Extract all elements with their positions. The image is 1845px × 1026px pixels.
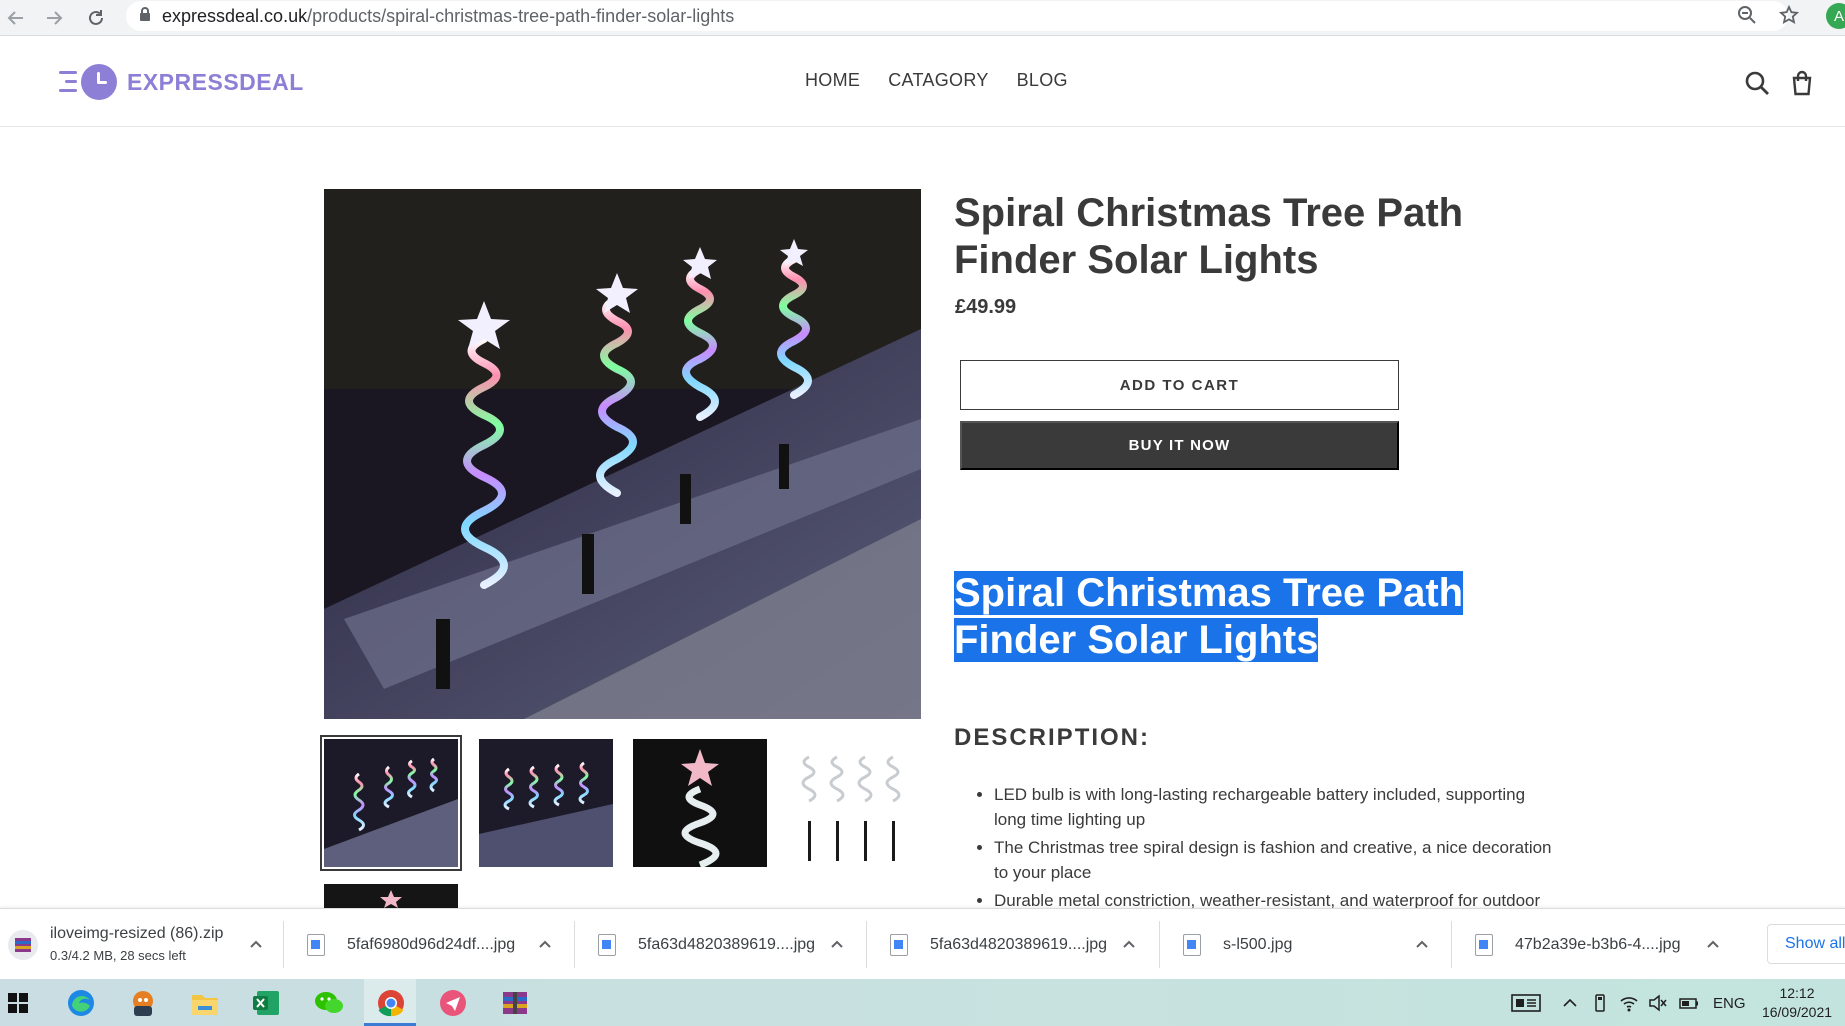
volume-muted-icon[interactable] [1648,993,1668,1013]
news-widget-icon[interactable] [1511,993,1541,1013]
chevron-up-icon[interactable] [1413,935,1431,953]
product-thumbnail-2[interactable] [479,739,613,867]
url-text[interactable]: expressdeal.co.uk/products/spiral-christ… [162,6,734,27]
profile-avatar[interactable]: A [1826,3,1845,29]
divider [1451,921,1452,968]
download-status: 0.3/4.2 MB, 28 secs left [50,947,186,963]
product-thumbnail-5[interactable] [324,884,458,908]
chrome-icon[interactable] [376,988,406,1018]
nav-category[interactable]: CATAGORY [888,70,988,91]
back-icon[interactable] [2,4,30,32]
download-filename: 5fa63d4820389619....jpg [930,935,1108,953]
image-file-icon [1475,933,1493,956]
file-explorer-icon[interactable] [190,988,220,1018]
clock-icon [81,64,117,100]
divider [574,921,575,968]
url-domain: expressdeal.co.uk [162,5,308,26]
chevron-up-icon[interactable] [536,935,554,953]
excel-icon[interactable] [252,988,282,1018]
download-item[interactable]: s-l500.jpg [1183,909,1433,980]
list-item: LED bulb is with long-lasting rechargeab… [994,782,1554,832]
brand-name: EXPRESSDEAL [127,68,304,95]
add-to-cart-button[interactable]: ADD TO CART [960,360,1399,410]
chevron-up-icon[interactable] [828,935,846,953]
chevron-up-icon[interactable] [1560,993,1580,1013]
send-app-icon[interactable] [438,988,468,1018]
divider [1159,921,1160,968]
product-price: £49.99 [955,296,1017,318]
download-item[interactable]: iloveimg-resized (86).zip 0.3/4.2 MB, 28… [8,909,278,980]
wifi-icon[interactable] [1619,993,1639,1013]
site-header: EXPRESSDEAL HOME CATAGORY BLOG [0,37,1845,127]
download-bar: iloveimg-resized (86).zip 0.3/4.2 MB, 28… [0,908,1845,979]
download-filename: s-l500.jpg [1223,935,1293,953]
download-item[interactable]: 5fa63d4820389619....jpg [598,909,848,980]
reload-icon[interactable] [82,4,110,32]
nav-blog[interactable]: BLOG [1017,70,1068,91]
chevron-up-icon[interactable] [247,935,265,953]
show-all-button[interactable]: Show all [1767,924,1845,964]
divider [866,921,867,968]
winrar-icon[interactable] [500,988,530,1018]
logo-lines-icon [55,67,77,97]
image-file-icon [1183,933,1201,956]
image-file-icon [890,933,908,956]
description-list: LED bulb is with long-lasting rechargeab… [994,782,1554,916]
cart-icon[interactable] [1789,70,1815,96]
product-thumbnail-4[interactable] [787,739,921,867]
divider [283,921,284,968]
download-filename: 5fa63d4820389619....jpg [638,935,816,953]
windows-taskbar: ENG 12:12 16/09/2021 [0,979,1845,1026]
usb-icon[interactable] [1590,993,1610,1013]
chevron-up-icon[interactable] [1704,935,1722,953]
product-main-image[interactable] [324,189,921,719]
main-nav: HOME CATAGORY BLOG [805,70,1068,91]
image-file-icon [307,933,325,956]
wechat-icon[interactable] [314,988,344,1018]
download-filename: 5faf6980d96d24df....jpg [347,935,516,953]
buy-now-button[interactable]: BUY IT NOW [960,421,1399,470]
product-title: Spiral Christmas Tree Path Finder Solar … [954,191,1464,282]
forward-icon[interactable] [40,4,68,32]
product-thumbnail-1[interactable] [320,735,462,871]
download-filename: 47b2a39e-b3b6-4....jpg [1515,935,1681,953]
clock-date: 16/09/2021 [1761,1004,1833,1020]
search-icon[interactable] [1744,70,1770,96]
download-item[interactable]: 5fa63d4820389619....jpg [890,909,1140,980]
input-language[interactable]: ENG [1713,995,1746,1012]
selected-text-line-2[interactable]: Finder Solar Lights [954,618,1319,662]
lock-icon[interactable] [138,6,152,27]
clock-time: 12:12 [1779,985,1815,1001]
chevron-up-icon[interactable] [1120,935,1138,953]
zoom-icon[interactable] [1735,3,1759,27]
edge-browser-icon[interactable] [66,988,96,1018]
browser-toolbar: expressdeal.co.uk/products/spiral-christ… [0,0,1845,36]
download-item[interactable]: 5faf6980d96d24df....jpg [307,909,557,980]
description-heading[interactable]: Spiral Christmas Tree Path Finder Solar … [954,570,1474,664]
archive-icon [8,929,38,960]
description-label: DESCRIPTION: [954,724,1151,751]
app-character-icon[interactable] [128,988,158,1018]
windows-start-icon[interactable] [3,988,33,1018]
product-thumbnail-3[interactable] [633,739,767,867]
site-logo[interactable]: EXPRESSDEAL [55,63,304,101]
download-item[interactable]: 47b2a39e-b3b6-4....jpg [1475,909,1725,980]
system-clock[interactable]: 12:12 16/09/2021 [1757,984,1837,1022]
url-path: /products/spiral-christmas-tree-path-fin… [307,5,735,26]
nav-home[interactable]: HOME [805,70,860,91]
battery-icon[interactable] [1679,993,1699,1013]
address-bar[interactable]: expressdeal.co.uk/products/spiral-christ… [126,1,1788,31]
bookmark-star-icon[interactable] [1777,3,1801,27]
download-filename: iloveimg-resized (86).zip [50,924,224,942]
image-file-icon [598,933,616,956]
selected-text-line-1[interactable]: Spiral Christmas Tree Path [954,571,1464,615]
list-item: The Christmas tree spiral design is fash… [994,835,1554,885]
